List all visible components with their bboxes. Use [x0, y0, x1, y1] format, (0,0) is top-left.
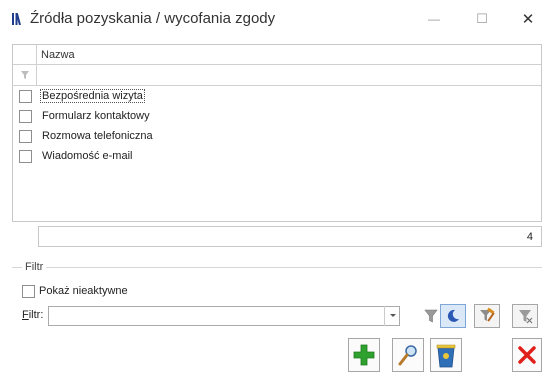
funnel-icon[interactable] [20, 70, 30, 80]
maximize-button[interactable]: ☐ [468, 8, 496, 30]
clear-filter-button[interactable] [512, 304, 538, 328]
grid-filter-gutter [13, 65, 37, 85]
add-button[interactable] [348, 338, 380, 372]
row-checkbox[interactable] [19, 150, 32, 163]
moon-icon [447, 309, 459, 322]
row-label: Rozmowa telefoniczna [42, 130, 153, 142]
grid-header-gutter [13, 45, 37, 65]
filter-dropdown-button[interactable] [384, 306, 400, 326]
filter-label-accesskey: F [22, 309, 29, 321]
table-row[interactable]: Wiadomość e-mail [13, 147, 541, 167]
column-header-nazwa[interactable]: Nazwa [41, 49, 75, 61]
edit-button[interactable] [392, 338, 424, 372]
table-row[interactable]: Formularz kontaktowy [13, 107, 541, 127]
filter-builder-button[interactable] [474, 304, 500, 328]
funnel-clear-icon [519, 310, 533, 324]
close-button[interactable]: ✕ [514, 8, 542, 30]
grid-footer-summary: 4 [38, 226, 542, 247]
maximize-icon: ☐ [476, 11, 488, 26]
filter-group-title: Filtr [22, 261, 47, 273]
sources-grid: Nazwa Bezpośrednia wizyta Formularz kont… [12, 44, 542, 222]
minimize-icon: — [428, 12, 440, 26]
filter-group-divider [12, 267, 542, 268]
app-list-icon [12, 13, 21, 25]
magnifier-icon [398, 345, 417, 366]
title-bar: Źródła pozyskania / wycofania zgody — ☐ … [0, 0, 542, 38]
row-checkbox[interactable] [19, 130, 32, 143]
grid-rows: Bezpośrednia wizyta Formularz kontaktowy… [13, 87, 541, 167]
row-label: Formularz kontaktowy [42, 110, 150, 122]
show-inactive-label[interactable]: Pokaż nieaktywne [39, 285, 128, 297]
table-row[interactable]: Rozmowa telefoniczna [13, 127, 541, 147]
window-title: Źródła pozyskania / wycofania zgody [30, 10, 276, 27]
delete-button[interactable] [430, 338, 462, 372]
chevron-down-icon [389, 314, 396, 317]
filter-mode-button[interactable] [440, 304, 466, 328]
table-row[interactable]: Bezpośrednia wizyta [13, 87, 541, 107]
trash-icon [436, 344, 456, 368]
minimize-button[interactable]: — [420, 8, 448, 30]
row-label: Wiadomość e-mail [42, 150, 133, 162]
funnel-hammer-icon [480, 307, 495, 322]
close-icon: ✕ [521, 11, 535, 28]
record-count: 4 [526, 231, 533, 243]
filter-label-text: iltr: [28, 309, 44, 321]
close-x-icon [518, 346, 536, 364]
grid-filter-row[interactable] [13, 65, 541, 86]
cancel-button[interactable] [512, 338, 542, 372]
plus-icon [353, 344, 375, 366]
row-checkbox[interactable] [19, 90, 32, 103]
show-inactive-checkbox[interactable] [22, 285, 35, 298]
grid-header: Nazwa [13, 45, 541, 65]
filter-field-label: Filtr: [22, 309, 43, 321]
row-checkbox[interactable] [19, 110, 32, 123]
filter-input[interactable] [48, 306, 400, 326]
funnel-icon [424, 309, 438, 323]
row-label: Bezpośrednia wizyta [40, 89, 145, 103]
